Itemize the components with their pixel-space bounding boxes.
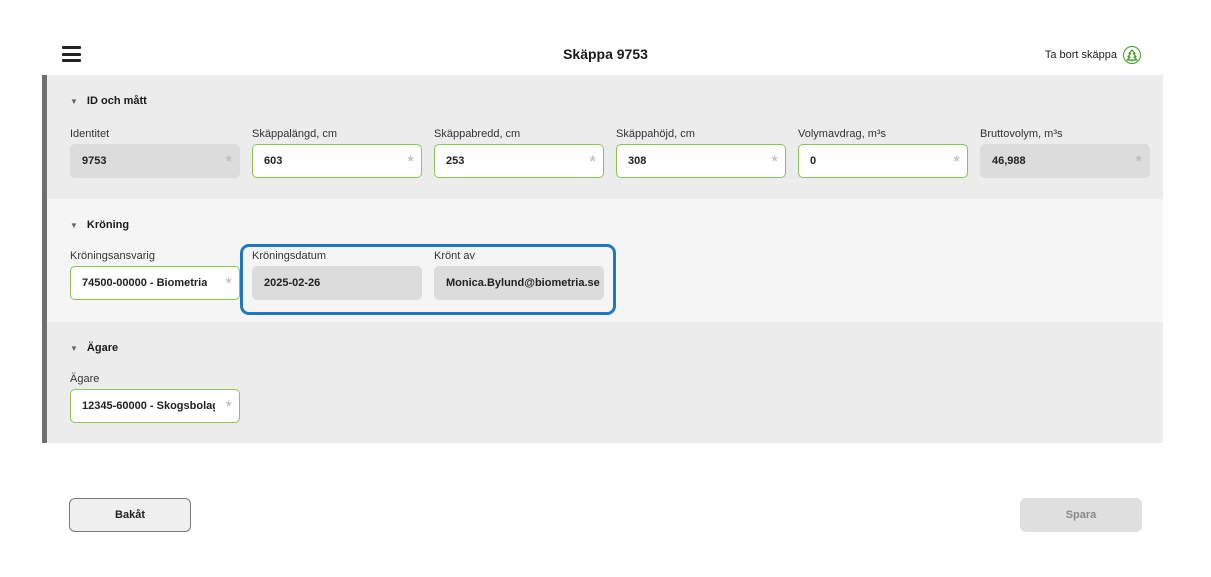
field-label: Kröningsansvarig xyxy=(70,250,155,262)
field-label: Kröningsdatum xyxy=(252,250,326,262)
field-label: Identitet xyxy=(70,128,110,140)
required-asterisk-icon: * xyxy=(771,152,778,171)
caret-down-icon: ▼ xyxy=(70,96,78,106)
volymavdrag-input[interactable]: 0 * xyxy=(798,144,968,178)
required-asterisk-icon: * xyxy=(407,152,414,171)
field-label: Skäppahöjd, cm xyxy=(616,128,695,140)
caret-down-icon: ▼ xyxy=(70,220,78,230)
section-header-id-och-matt[interactable]: ▼ ID och mått xyxy=(70,95,147,107)
page-title: Skäppa 9753 xyxy=(563,46,648,62)
field-label: Volymavdrag, m³s xyxy=(798,128,887,140)
form-content: ▼ ID och mått Identitet 9753 * Skäppalän… xyxy=(42,75,1163,443)
top-bar: Skäppa 9753 Ta bort skäppa xyxy=(0,0,1211,75)
section-title: ID och mått xyxy=(86,95,147,107)
caret-down-icon: ▼ xyxy=(70,343,78,353)
field-label: Bruttovolym, m³s xyxy=(980,128,1063,140)
required-asterisk-icon: * xyxy=(225,152,232,171)
section-title: Kröning xyxy=(86,219,130,231)
field-value: 2025-02-26 xyxy=(264,277,321,289)
field-value: 0 xyxy=(810,155,817,167)
kroningsansvarig-select[interactable]: 74500-00000 - Biometria * xyxy=(70,266,240,300)
field-label: Skäppalängd, cm xyxy=(252,128,337,140)
skappabredd-input[interactable]: 253 * xyxy=(434,144,604,178)
section-agare: ▼ Ägare Ägare 12345-60000 - Skogsbolaget… xyxy=(47,322,1163,443)
agare-select[interactable]: 12345-60000 - Skogsbolaget * xyxy=(70,389,240,423)
section-header-kroning[interactable]: ▼ Kröning xyxy=(70,219,129,231)
field-value: 74500-00000 - Biometria xyxy=(82,277,208,289)
kront-av-field: Monica.Bylund@biometria.se xyxy=(434,266,604,300)
field-label: Ägare xyxy=(70,373,100,385)
section-kroning: ▼ Kröning Kröningsansvarig 74500-00000 -… xyxy=(47,199,1163,322)
identitet-field: 9753 * xyxy=(70,144,240,178)
skappalangd-input[interactable]: 603 * xyxy=(252,144,422,178)
kroningsdatum-field: 2025-02-26 xyxy=(252,266,422,300)
field-value: 46,988 xyxy=(992,155,1026,167)
delete-skappa-label: Ta bort skäppa xyxy=(1044,49,1117,61)
field-label: Skäppabredd, cm xyxy=(434,128,521,140)
bruttovolym-field: 46,988 * xyxy=(980,144,1150,178)
save-button[interactable]: Spara xyxy=(1020,498,1142,532)
field-value: Monica.Bylund@biometria.se xyxy=(446,277,600,289)
delete-skappa-button[interactable]: Ta bort skäppa xyxy=(1045,46,1141,64)
skappahojd-input[interactable]: 308 * xyxy=(616,144,786,178)
field-value: 308 xyxy=(628,155,647,167)
required-asterisk-icon: * xyxy=(589,152,596,171)
field-value: 253 xyxy=(446,155,465,167)
required-asterisk-icon: * xyxy=(1135,152,1142,171)
section-header-agare[interactable]: ▼ Ägare xyxy=(70,342,118,354)
section-id-och-matt: ▼ ID och mått Identitet 9753 * Skäppalän… xyxy=(47,75,1163,199)
back-button[interactable]: Bakåt xyxy=(69,498,191,532)
required-asterisk-icon: * xyxy=(225,397,232,416)
field-value: 9753 xyxy=(82,155,107,167)
field-value: 12345-60000 - Skogsbolaget xyxy=(82,400,215,412)
required-asterisk-icon: * xyxy=(225,274,232,293)
field-value: 603 xyxy=(264,155,283,167)
field-label: Krönt av xyxy=(434,250,475,262)
section-title: Ägare xyxy=(86,342,119,354)
tree-icon xyxy=(1123,46,1141,64)
required-asterisk-icon: * xyxy=(953,152,960,171)
